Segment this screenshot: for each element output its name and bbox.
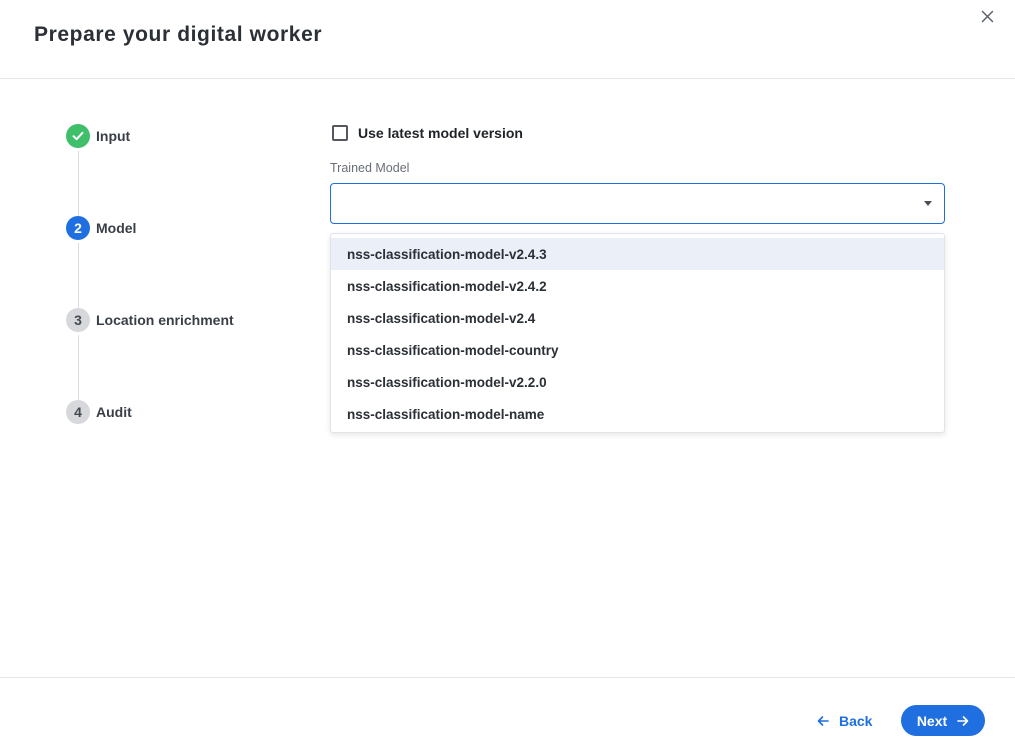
dropdown-option[interactable]: nss-classification-model-v2.4 xyxy=(331,302,944,334)
step-label: Location enrichment xyxy=(96,312,234,328)
step-connector xyxy=(78,243,79,308)
close-button[interactable] xyxy=(979,8,996,25)
trained-model-dropdown: nss-classification-model-v2.4.3 nss-clas… xyxy=(330,233,945,433)
step-input[interactable]: Input xyxy=(66,124,130,148)
trained-model-select[interactable] xyxy=(330,183,945,224)
next-button[interactable]: Next xyxy=(901,705,985,736)
dialog-title: Prepare your digital worker xyxy=(34,23,323,46)
chevron-down-icon[interactable] xyxy=(924,201,932,206)
close-icon xyxy=(981,10,994,23)
use-latest-checkbox-row[interactable]: Use latest model version xyxy=(332,125,523,141)
step-number-badge: 3 xyxy=(66,308,90,332)
use-latest-label: Use latest model version xyxy=(358,125,523,141)
step-model[interactable]: 2 Model xyxy=(66,216,136,240)
use-latest-checkbox[interactable] xyxy=(332,125,348,141)
step-connector xyxy=(78,151,79,216)
arrow-right-icon xyxy=(957,715,969,726)
step-label: Model xyxy=(96,220,137,236)
step-done-indicator xyxy=(66,124,90,148)
dropdown-option[interactable]: nss-classification-model-v2.4.2 xyxy=(331,270,944,302)
dropdown-option[interactable]: nss-classification-model-v2.4.3 xyxy=(331,238,944,270)
step-audit[interactable]: 4 Audit xyxy=(66,400,132,424)
back-button[interactable]: Back xyxy=(817,706,872,736)
step-location-enrichment[interactable]: 3 Location enrichment xyxy=(66,308,234,332)
arrow-left-icon xyxy=(817,716,829,726)
next-label: Next xyxy=(916,712,948,729)
step-number-badge: 4 xyxy=(66,400,90,424)
dropdown-option[interactable]: nss-classification-model-country xyxy=(331,334,944,366)
dropdown-option[interactable]: nss-classification-model-name xyxy=(331,398,944,430)
step-number-badge: 2 xyxy=(66,216,90,240)
step-connector xyxy=(78,335,79,400)
trained-model-label: Trained Model xyxy=(330,161,410,175)
step-label: Input xyxy=(96,128,131,144)
step-label: Audit xyxy=(96,404,132,420)
back-label: Back xyxy=(839,713,873,729)
dialog-footer: Back Next xyxy=(0,677,1015,742)
dropdown-option[interactable]: nss-classification-model-v2.2.0 xyxy=(331,366,944,398)
check-icon xyxy=(72,131,84,141)
dialog-header: Prepare your digital worker xyxy=(0,0,1015,79)
